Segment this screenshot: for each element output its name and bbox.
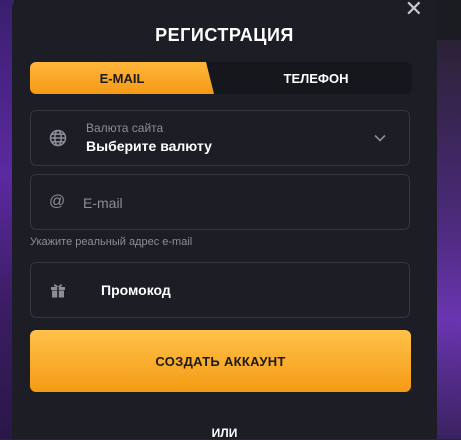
- create-account-button[interactable]: СОЗДАТЬ АККАУНТ: [30, 330, 411, 392]
- email-input[interactable]: [81, 175, 405, 231]
- background-art-right: [437, 40, 461, 439]
- or-divider: ИЛИ: [211, 426, 238, 440]
- promo-label: Промокод: [101, 282, 171, 298]
- email-hint: Укажите реальный адрес e-mail: [30, 236, 193, 248]
- tab-email[interactable]: E-MAIL: [30, 62, 214, 94]
- registration-tabs: E-MAIL ТЕЛЕФОН: [30, 62, 412, 94]
- create-account-label: СОЗДАТЬ АККАУНТ: [155, 353, 286, 369]
- tab-phone-label: ТЕЛЕФОН: [283, 70, 349, 86]
- at-icon: @: [49, 193, 66, 210]
- modal-title: РЕГИСТРАЦИЯ: [155, 25, 294, 45]
- close-icon[interactable]: ✕: [405, 0, 423, 20]
- registration-modal: ✕ РЕГИСТРАЦИЯ E-MAIL ТЕЛЕФОН Валюта сайт…: [12, 0, 437, 440]
- chevron-down-icon: [373, 131, 387, 145]
- email-field[interactable]: @: [30, 174, 410, 231]
- currency-select[interactable]: Валюта сайта Выберите валюту: [30, 110, 410, 166]
- tab-email-label: E-MAIL: [99, 70, 145, 86]
- tab-phone[interactable]: ТЕЛЕФОН: [220, 62, 412, 94]
- promo-field[interactable]: Промокод: [30, 262, 410, 318]
- currency-label: Валюта сайта: [86, 121, 164, 135]
- currency-value: Выберите валюту: [86, 138, 212, 154]
- globe-icon: [49, 129, 67, 147]
- gift-icon: [49, 281, 67, 299]
